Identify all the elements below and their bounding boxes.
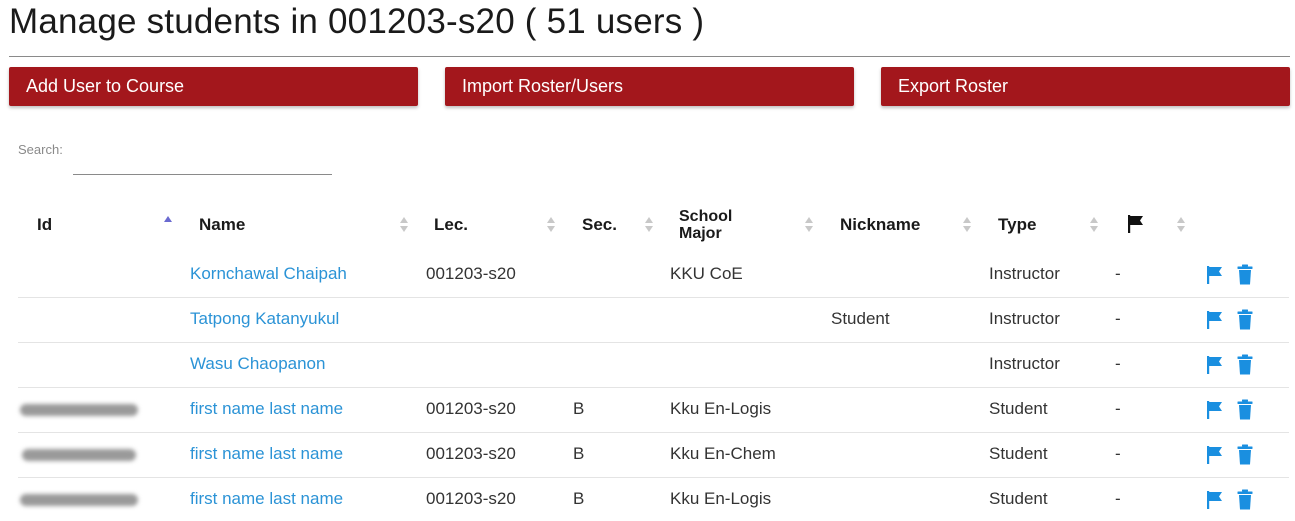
type-cell: Student [989,489,1048,508]
sort-icon[interactable] [805,217,813,233]
student-name-link[interactable]: first name last name [190,444,343,464]
school-major-cell: Kku En-Chem [670,444,776,463]
lecture-cell: 001203-s20 [426,444,516,463]
sort-icon[interactable] [1090,217,1098,233]
column-header-lec[interactable]: Lec. [434,215,468,235]
flag-icon[interactable] [1206,490,1224,510]
table-row: first name last name 001203-s20 B Kku En-Lo… [18,387,1289,432]
type-cell: Instructor [989,264,1060,283]
lecture-cell: 001203-s20 [426,399,516,418]
search-label: Search: [18,142,63,157]
trash-icon[interactable] [1237,489,1253,510]
flag-icon[interactable] [1206,265,1224,285]
redacted-id [22,449,136,461]
trash-icon[interactable] [1237,399,1253,420]
school-major-cell: Kku En-Logis [670,489,772,508]
student-name-link[interactable]: Kornchawal Chaipah [190,264,347,284]
sort-icon[interactable] [400,217,408,233]
flag-status-cell: - [1115,399,1121,418]
school-major-cell: Kku En-Logis [670,399,772,418]
flag-icon[interactable] [1206,355,1224,375]
student-name-link[interactable]: Wasu Chaopanon [190,354,325,374]
import-roster-button[interactable]: Import Roster/Users [445,67,854,106]
table-row: first name last name 001203-s20 B Kku En-Lo… [18,477,1289,521]
sort-icon[interactable] [547,217,555,233]
sort-ascending-icon[interactable] [164,216,172,232]
page-title: Manage students in 001203-s20 ( 51 users… [9,2,705,41]
flag-status-cell: - [1115,354,1121,373]
section-cell: B [573,444,585,463]
redacted-id [20,404,138,416]
column-header-sec[interactable]: Sec. [582,215,617,235]
column-header-type[interactable]: Type [998,215,1036,235]
sort-icon[interactable] [1177,217,1185,233]
flag-icon[interactable] [1206,310,1224,330]
trash-icon[interactable] [1237,444,1253,465]
nickname-cell: Student [831,309,890,328]
search-input[interactable] [73,150,332,175]
sort-icon[interactable] [645,217,653,233]
column-header-name[interactable]: Name [199,215,245,235]
trash-icon[interactable] [1237,264,1253,285]
student-name-link[interactable]: Tatpong Katanyukul [190,309,339,329]
column-header-school-major[interactable]: School Major [679,208,732,242]
flag-status-cell: - [1115,489,1121,508]
manage-students-page: Manage students in 001203-s20 ( 51 users… [0,0,1295,521]
table-row: first name last name 001203-s20 B Kku En-Ch… [18,432,1289,477]
trash-icon[interactable] [1237,309,1253,330]
type-cell: Instructor [989,354,1060,373]
add-user-button[interactable]: Add User to Course [9,67,418,106]
export-roster-button[interactable]: Export Roster [881,67,1290,106]
flag-icon[interactable] [1206,445,1224,465]
student-name-link[interactable]: first name last name [190,489,343,509]
redacted-id [20,494,138,506]
column-header-id[interactable]: Id [37,215,52,235]
school-major-cell: KKU CoE [670,264,743,283]
table-row: Tatpong Katanyukul Student Instructor - [18,297,1289,342]
column-header-school: School [679,208,733,225]
flag-status-cell: - [1115,444,1121,463]
table-row: Wasu Chaopanon Instructor - [18,342,1289,387]
column-header-nickname[interactable]: Nickname [840,215,920,235]
table-row: Kornchawal Chaipah 001203-s20 KKU CoE Instr… [18,252,1289,297]
column-header-major: Major [679,225,722,242]
flag-icon[interactable] [1206,400,1224,420]
type-cell: Student [989,399,1048,418]
sort-icon[interactable] [963,217,971,233]
type-cell: Instructor [989,309,1060,328]
lecture-cell: 001203-s20 [426,489,516,508]
section-cell: B [573,489,585,508]
trash-icon[interactable] [1237,354,1253,375]
flag-status-cell: - [1115,264,1121,283]
lecture-cell: 001203-s20 [426,264,516,283]
flag-status-cell: - [1115,309,1121,328]
student-name-link[interactable]: first name last name [190,399,343,419]
section-cell: B [573,399,585,418]
flag-icon[interactable] [1127,214,1145,234]
type-cell: Student [989,444,1048,463]
title-divider [9,56,1290,57]
